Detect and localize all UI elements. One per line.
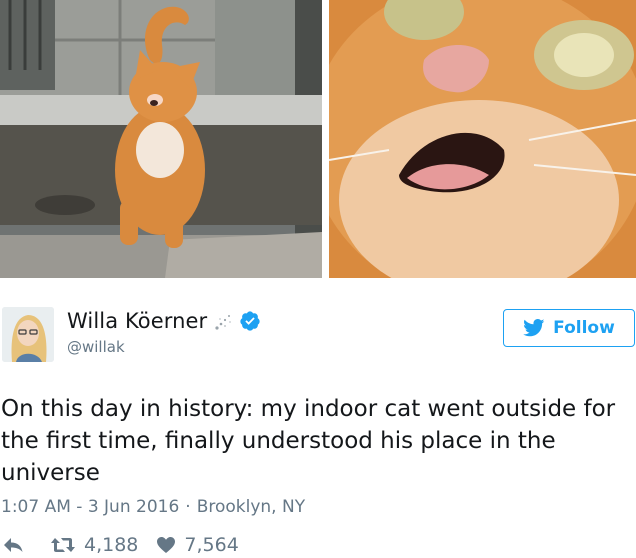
tweet-actions: 4,188 7,564 <box>2 534 239 556</box>
reply-button[interactable] <box>2 536 24 554</box>
retweet-icon <box>51 538 75 552</box>
twitter-bird-icon <box>523 319 545 337</box>
cat-closeup-photo[interactable] <box>329 0 636 278</box>
tweet-text: On this day in history: my indoor cat we… <box>1 396 616 486</box>
tweet-location[interactable]: Brooklyn, NY <box>197 497 305 517</box>
reply-icon <box>4 538 23 552</box>
follow-label: Follow <box>553 318 615 338</box>
tweet-timestamp[interactable]: 1:07 AM - 3 Jun 2016 <box>1 497 179 517</box>
follow-button[interactable]: Follow <box>503 309 635 347</box>
display-name[interactable]: Willa Köerner <box>67 309 207 333</box>
heart-icon <box>157 537 176 553</box>
tweet-media <box>0 0 636 278</box>
sparkle-icon <box>215 315 232 330</box>
retweet-button[interactable]: 4,188 <box>24 534 138 556</box>
cat-outside-photo[interactable] <box>0 0 322 278</box>
meta-separator: · <box>185 497 191 517</box>
like-count: 7,564 <box>184 534 239 556</box>
tweet-meta: 1:07 AM - 3 Jun 2016 · Brooklyn, NY <box>1 497 305 517</box>
like-button[interactable]: 7,564 <box>138 534 239 556</box>
author-handle[interactable]: @willak <box>67 338 125 356</box>
tweet-card: Willa Köerner @willak Follow On this day… <box>0 0 636 558</box>
avatar[interactable] <box>2 307 54 362</box>
author-name-row: Willa Köerner <box>67 309 261 333</box>
verified-badge-icon <box>240 311 260 331</box>
retweet-count: 4,188 <box>84 534 139 556</box>
